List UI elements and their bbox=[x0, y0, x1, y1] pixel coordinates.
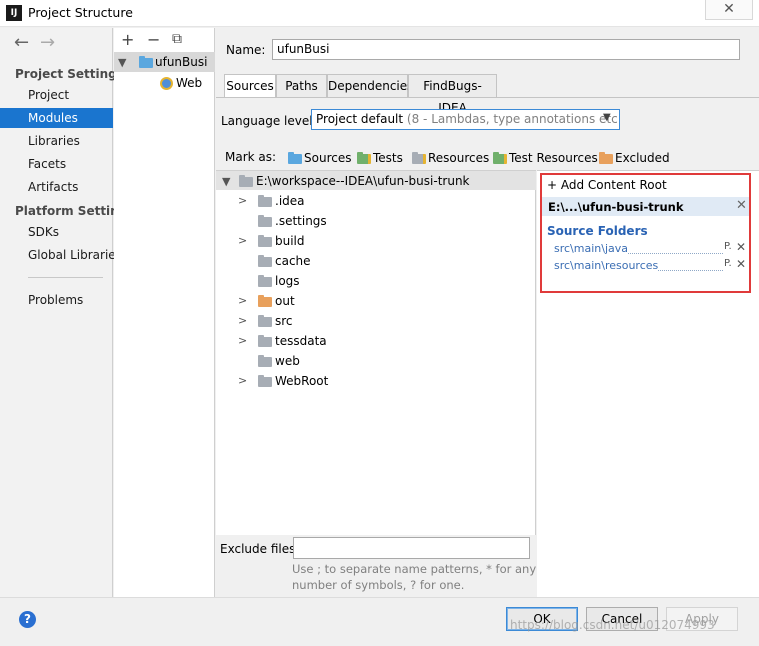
nav-header-project-settings: Project Settings bbox=[15, 67, 124, 81]
web-facet-icon bbox=[160, 77, 173, 90]
tree-item-build[interactable]: build bbox=[275, 234, 305, 248]
module-name-label: ufunBusi bbox=[155, 55, 208, 69]
modules-list-panel bbox=[114, 28, 215, 597]
module-name-input[interactable]: ufunBusi bbox=[272, 39, 740, 60]
mark-as-tests[interactable]: Tests bbox=[373, 151, 403, 165]
copy-module-button[interactable]: ⧉ bbox=[172, 31, 182, 47]
tree-item-tessdata[interactable]: tessdata bbox=[275, 334, 327, 348]
exclude-files-input[interactable] bbox=[293, 537, 530, 559]
tab-paths[interactable]: Paths bbox=[276, 74, 327, 98]
chevron-right-icon[interactable]: > bbox=[238, 194, 247, 207]
folder-icon bbox=[258, 275, 272, 287]
chevron-right-icon[interactable]: > bbox=[238, 374, 247, 387]
folder-icon bbox=[258, 375, 272, 387]
nav-item-artifacts[interactable]: Artifacts bbox=[28, 180, 78, 194]
sources-folder-icon bbox=[288, 152, 302, 164]
chevron-right-icon[interactable]: > bbox=[238, 234, 247, 247]
nav-item-sdks[interactable]: SDKs bbox=[28, 225, 59, 239]
folder-icon bbox=[258, 215, 272, 227]
back-arrow-icon[interactable]: ← bbox=[14, 32, 29, 53]
tree-item-src[interactable]: src bbox=[275, 314, 293, 328]
language-level-value: Project default bbox=[316, 112, 404, 126]
nav-divider bbox=[28, 277, 103, 278]
remove-module-button[interactable]: − bbox=[147, 30, 160, 49]
chevron-right-icon[interactable]: > bbox=[238, 314, 247, 327]
mark-as-label: Mark as: bbox=[225, 150, 277, 164]
language-level-hint: (8 - Lambdas, type annotations etc.) bbox=[406, 112, 620, 126]
tree-item-logs[interactable]: logs bbox=[275, 274, 300, 288]
nav-item-facets[interactable]: Facets bbox=[28, 157, 66, 171]
tree-item-web[interactable]: web bbox=[275, 354, 300, 368]
tab-dependencies[interactable]: Dependencies bbox=[327, 74, 413, 98]
tests-folder-icon bbox=[357, 152, 371, 164]
chevron-right-icon[interactable]: > bbox=[238, 294, 247, 307]
chevron-down-icon[interactable]: ▼ bbox=[222, 175, 230, 188]
test-resources-folder-icon bbox=[493, 152, 507, 164]
tree-item-out[interactable]: out bbox=[275, 294, 295, 308]
forward-arrow-icon[interactable]: → bbox=[40, 32, 55, 53]
folder-icon bbox=[258, 255, 272, 267]
mark-as-sources[interactable]: Sources bbox=[304, 151, 351, 165]
excluded-folder-icon bbox=[599, 152, 613, 164]
nav-item-libraries[interactable]: Libraries bbox=[28, 134, 80, 148]
folder-icon bbox=[239, 175, 253, 187]
mark-as-excluded[interactable]: Excluded bbox=[615, 151, 670, 165]
mark-as-test-resources[interactable]: Test Resources bbox=[509, 151, 598, 165]
exclude-hint-line1: Use ; to separate name patterns, * for a… bbox=[292, 562, 537, 576]
folder-icon bbox=[258, 195, 272, 207]
language-level-label: Language level: bbox=[221, 114, 317, 128]
watermark-text: https://blog.csdn.net/u012074993 bbox=[510, 618, 715, 632]
window-title: Project Structure bbox=[28, 5, 133, 20]
tabs-underline bbox=[216, 97, 759, 98]
help-icon[interactable]: ? bbox=[19, 611, 36, 628]
exclude-files-label: Exclude files: bbox=[220, 542, 300, 556]
excluded-folder-icon bbox=[258, 295, 272, 307]
intellij-app-icon: IJ bbox=[6, 5, 22, 21]
exclude-hint-line2: number of symbols, ? for one. bbox=[292, 578, 465, 592]
tree-item-webroot[interactable]: WebRoot bbox=[275, 374, 328, 388]
facet-web-label[interactable]: Web bbox=[176, 76, 202, 90]
nav-item-problems[interactable]: Problems bbox=[28, 293, 83, 307]
add-module-button[interactable]: + bbox=[121, 30, 134, 49]
tree-item-cache[interactable]: cache bbox=[275, 254, 311, 268]
resources-folder-icon bbox=[412, 152, 426, 164]
chevron-right-icon[interactable]: > bbox=[238, 334, 247, 347]
mark-as-resources[interactable]: Resources bbox=[428, 151, 489, 165]
tree-item-settings[interactable]: .settings bbox=[275, 214, 327, 228]
name-label: Name: bbox=[226, 43, 266, 57]
close-window-button[interactable]: ✕ bbox=[705, 0, 753, 20]
tab-findbugs-idea[interactable]: FindBugs-IDEA bbox=[408, 74, 497, 115]
folder-icon bbox=[258, 335, 272, 347]
nav-item-modules[interactable]: Modules bbox=[28, 111, 78, 125]
nav-item-global-libraries[interactable]: Global Libraries bbox=[28, 248, 122, 262]
highlight-annotation-box bbox=[540, 173, 751, 293]
folder-icon bbox=[258, 355, 272, 367]
chevron-down-icon[interactable]: ▼ bbox=[603, 112, 611, 123]
folder-icon bbox=[258, 235, 272, 247]
tab-sources[interactable]: Sources bbox=[224, 74, 276, 98]
folder-icon bbox=[258, 315, 272, 327]
nav-item-project[interactable]: Project bbox=[28, 88, 69, 102]
chevron-down-icon[interactable]: ▼ bbox=[118, 56, 126, 69]
tree-root-label: E:\workspace--IDEA\ufun-busi-trunk bbox=[256, 174, 470, 188]
tree-item-idea[interactable]: .idea bbox=[275, 194, 305, 208]
module-folder-icon bbox=[139, 56, 153, 68]
language-level-select[interactable]: Project default (8 - Lambdas, type annot… bbox=[311, 109, 620, 130]
